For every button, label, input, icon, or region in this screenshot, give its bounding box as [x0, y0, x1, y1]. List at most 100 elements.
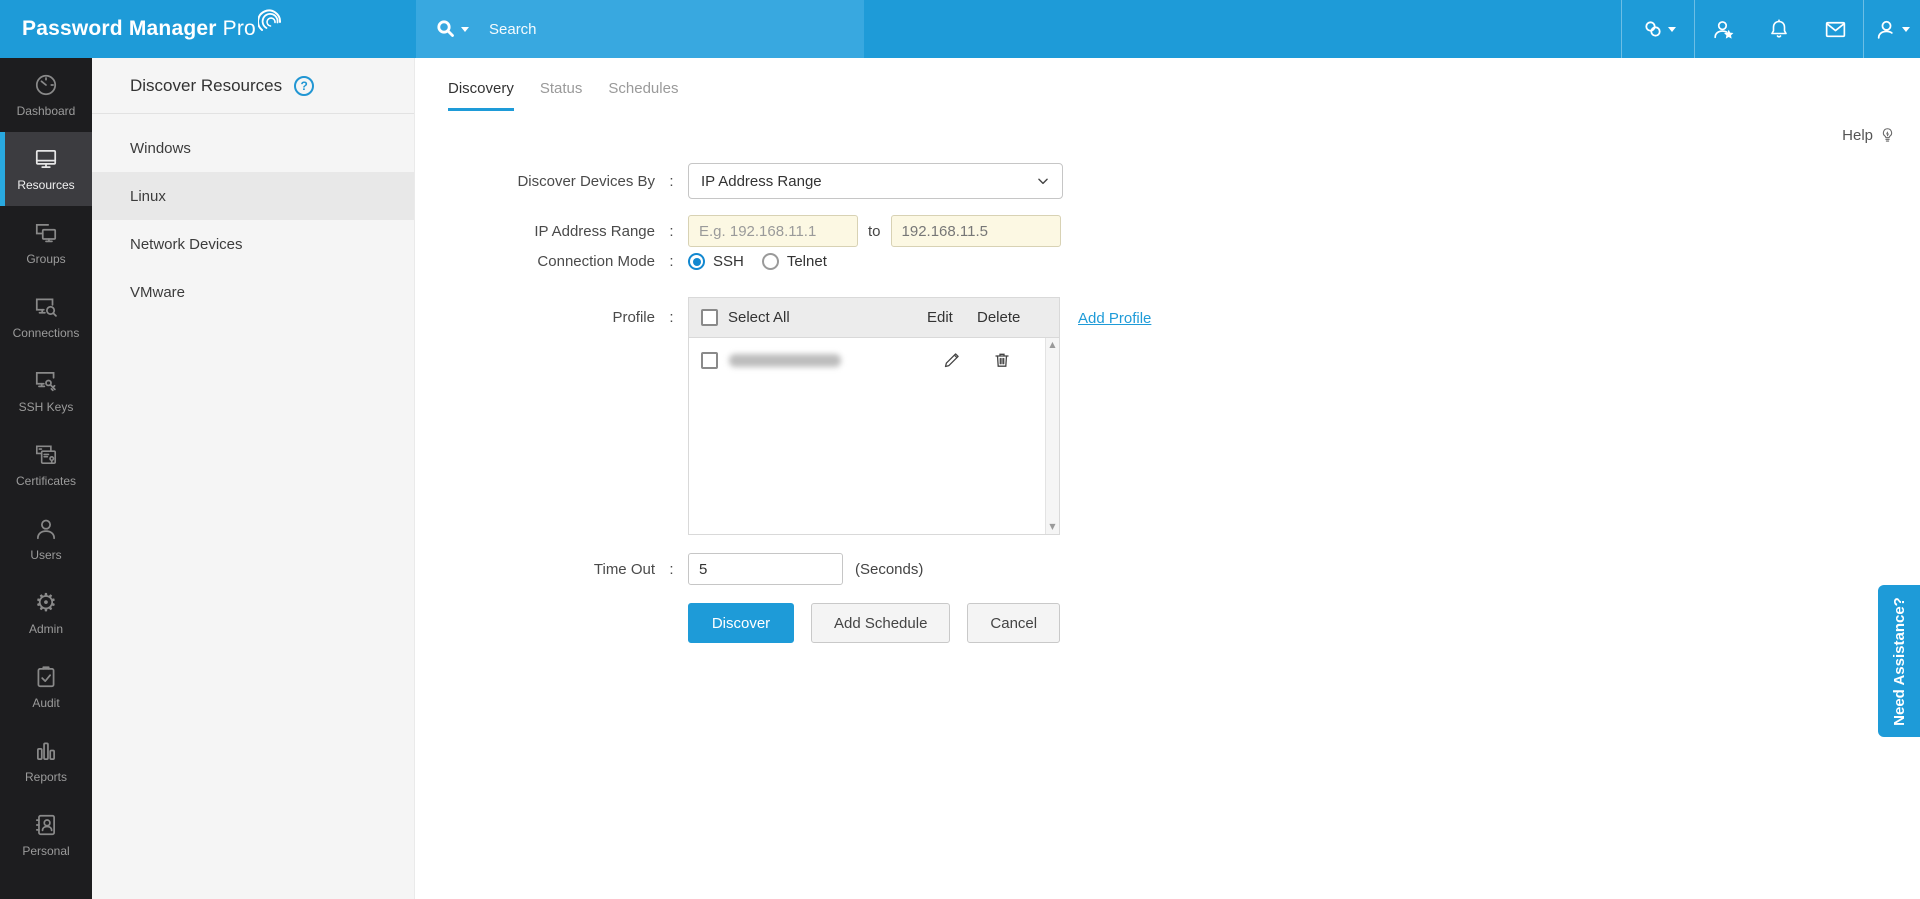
help-label: Help [1842, 126, 1873, 144]
timeout-input[interactable] [688, 553, 843, 585]
profile-table-body: ▲ ▼ [689, 338, 1059, 534]
top-bar: Password Manager Pro [0, 0, 1920, 58]
app-logo: Password Manager Pro [22, 0, 284, 58]
ip-range-to-input[interactable] [890, 215, 1061, 247]
sidebar-item-admin[interactable]: ⚙ Admin [0, 576, 92, 650]
search-input[interactable] [489, 20, 819, 38]
scroll-up-icon[interactable]: ▲ [1049, 341, 1055, 349]
sidebar-item-personal[interactable]: Personal [0, 798, 92, 872]
notifications-bell-icon[interactable] [1751, 0, 1807, 58]
help-link[interactable]: Help [1842, 124, 1896, 146]
sidebar-item-groups[interactable]: Groups [0, 206, 92, 280]
ip-range-from-input[interactable] [688, 215, 858, 247]
mail-icon[interactable] [1807, 0, 1863, 58]
need-assistance-tab[interactable]: Need Assistance? [1878, 585, 1920, 737]
tab-status[interactable]: Status [540, 80, 583, 111]
profile-table-header: Select All Edit Delete [689, 298, 1059, 338]
approver-user-star-icon[interactable] [1695, 0, 1751, 58]
discover-devices-by-select[interactable]: IP Address Range [688, 163, 1063, 199]
sidebar-item-dashboard[interactable]: Dashboard [0, 58, 92, 132]
to-label: to [868, 222, 881, 240]
sidebar-item-connections[interactable]: Connections [0, 280, 92, 354]
subnav-item-vmware[interactable]: VMware [92, 268, 414, 316]
group-monitors-icon [35, 224, 57, 243]
monitor-icon [35, 150, 57, 168]
sidebar-item-reports[interactable]: Reports [0, 724, 92, 798]
cancel-button[interactable]: Cancel [967, 603, 1061, 643]
colon: : [669, 253, 674, 270]
delete-trash-icon[interactable] [992, 350, 1012, 375]
subnav-item-label: Windows [130, 139, 191, 157]
help-question-icon[interactable]: ? [294, 75, 315, 96]
profile-table-scrollbar[interactable]: ▲ ▼ [1045, 338, 1059, 534]
logo-swirl-icon [257, 9, 281, 31]
user-icon [37, 519, 55, 540]
subnav-item-label: VMware [130, 283, 186, 301]
delete-column-header: Delete [977, 309, 1021, 326]
connection-mode-label: Connection Mode [537, 253, 655, 270]
profile-table-row [689, 338, 1059, 382]
sidebar-item-label: Certificates [15, 474, 77, 488]
topbar-icon-group [1621, 0, 1920, 58]
select-all-checkbox[interactable] [701, 309, 718, 326]
search-icon[interactable] [434, 17, 469, 41]
add-profile-link[interactable]: Add Profile [1078, 310, 1151, 327]
ip-range-label: IP Address Range [534, 222, 655, 240]
profile-row: Profile : Select All Edit Delete ▲ ▼ Add… [415, 297, 1151, 535]
subnav-item-label: Network Devices [130, 235, 243, 253]
sidebar-item-label: Users [30, 548, 62, 562]
sidebar-item-label: Groups [26, 252, 66, 266]
edit-column-header: Edit [927, 309, 953, 326]
colon: : [669, 222, 674, 240]
subnav-item-windows[interactable]: Windows [92, 124, 414, 172]
bulb-icon [1882, 128, 1893, 142]
sidebar-item-certificates[interactable]: Certificates [0, 428, 92, 502]
add-schedule-button[interactable]: Add Schedule [811, 603, 951, 643]
colon: : [669, 560, 674, 578]
action-buttons-row: Discover Add Schedule Cancel [688, 603, 1061, 643]
select-all-label: Select All [728, 309, 790, 326]
colon: : [669, 309, 674, 326]
chevron-down-icon [1038, 178, 1048, 185]
discover-types-list: Windows Linux Network Devices VMware [92, 124, 414, 316]
tab-discovery[interactable]: Discovery [448, 80, 514, 111]
gear-icon: ⚙ [34, 588, 58, 617]
clipboard-check-icon [37, 666, 55, 688]
subnav-item-network-devices[interactable]: Network Devices [92, 220, 414, 268]
discover-resources-panel: Discover Resources ? Windows Linux Netwo… [92, 58, 415, 899]
discover-button[interactable]: Discover [688, 603, 794, 643]
radio-telnet[interactable] [761, 253, 779, 270]
sidebar-item-label: SSH Keys [18, 400, 74, 414]
ssh-keys-icon [35, 372, 56, 392]
account-caret-icon [1902, 26, 1910, 32]
resource-link-icon[interactable] [1622, 0, 1694, 58]
scroll-down-icon[interactable]: ▼ [1049, 523, 1055, 531]
radio-ssh[interactable] [688, 253, 705, 270]
ip-range-row: IP Address Range : to [415, 215, 1061, 247]
need-assistance-label: Need Assistance? [1890, 596, 1908, 726]
main-sidebar: Dashboard Resources Groups Connections S… [0, 58, 92, 899]
colon: : [669, 172, 674, 190]
certificates-icon [35, 445, 57, 464]
subnav-item-linux[interactable]: Linux [92, 172, 414, 220]
edit-pencil-icon[interactable] [942, 350, 962, 375]
discover-by-label: Discover Devices By [517, 172, 655, 190]
subnav-item-label: Linux [130, 187, 166, 205]
profile-table: Select All Edit Delete ▲ ▼ [688, 297, 1060, 535]
sidebar-item-resources[interactable]: Resources [0, 132, 92, 206]
radio-ssh-label: SSH [713, 253, 744, 270]
sidebar-item-label: Resources [17, 178, 75, 192]
search-scope-caret-icon [461, 26, 469, 32]
timeout-row: Time Out : (Seconds) [415, 553, 923, 585]
sidebar-item-ssh-keys[interactable]: SSH Keys [0, 354, 92, 428]
sidebar-item-audit[interactable]: Audit [0, 650, 92, 724]
tab-schedules[interactable]: Schedules [608, 80, 678, 111]
search-bar [416, 0, 864, 58]
gauge-icon [35, 74, 57, 96]
profile-row-checkbox[interactable] [701, 351, 718, 369]
sidebar-item-users[interactable]: Users [0, 502, 92, 576]
bar-chart-icon [37, 742, 55, 760]
address-book-icon [35, 814, 55, 836]
account-user-icon[interactable] [1864, 0, 1920, 58]
panel-title: Discover Resources [130, 75, 283, 95]
